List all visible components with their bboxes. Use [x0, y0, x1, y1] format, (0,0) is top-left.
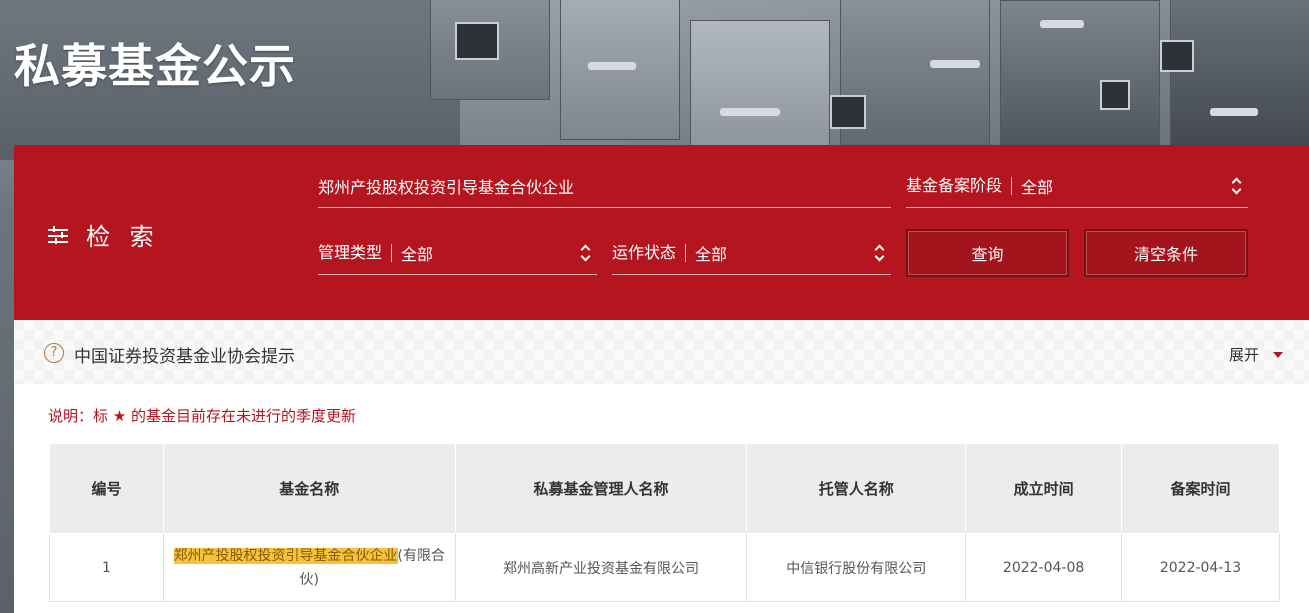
operation-status-value: 全部 [695, 244, 728, 264]
banner-drawer-handle [720, 108, 780, 116]
table-header-row: 编号 基金名称 私募基金管理人名称 托管人名称 成立时间 备案时间 [49, 443, 1280, 534]
clear-conditions-button[interactable]: 清空条件 [1084, 229, 1248, 277]
fund-name-link[interactable]: 郑州产投股权投资引导基金合伙企业(有限合伙) [173, 547, 445, 588]
fund-name-input[interactable]: 郑州产投股权投资引导基金合伙企业 [318, 164, 891, 208]
banner-drawer-handle [1040, 20, 1084, 28]
column-header-fund-name: 基金名称 [162, 443, 456, 534]
search-heading: 检 索 [48, 217, 160, 252]
column-header-custodian: 托管人名称 [746, 443, 967, 534]
filing-stage-label: 基金备案阶段 [906, 176, 1013, 195]
filing-stage-select[interactable]: 基金备案阶段 全部 [906, 164, 1248, 208]
banner-label-slot [1100, 80, 1130, 110]
column-header-filed: 备案时间 [1121, 443, 1280, 534]
cell-custodian: 中信银行股份有限公司 [746, 533, 967, 602]
search-highlight: 郑州产投股权投资引导基金合伙企业 [173, 547, 398, 564]
management-type-select[interactable]: 管理类型 全部 [318, 231, 597, 275]
select-arrows-icon [874, 243, 885, 263]
banner-label-slot [455, 22, 499, 60]
column-header-number: 编号 [49, 443, 164, 534]
notice-bar: ? 中国证券投资基金业协会提示 展开 [14, 320, 1309, 384]
results-area: 说明：标 ★ 的基金目前存在未进行的季度更新 编号 基金名称 私募基金管理人名称… [14, 384, 1309, 613]
page-title: 私募基金公示 [14, 39, 296, 93]
expand-label: 展开 [1228, 346, 1259, 364]
operation-status-label: 运作状态 [612, 243, 687, 262]
banner-drawer-handle [930, 60, 980, 68]
cell-fund-name: 郑州产投股权投资引导基金合伙企业(有限合伙) [162, 533, 456, 602]
banner-cabinet [1170, 0, 1309, 150]
search-heading-label: 检 索 [86, 223, 160, 251]
column-header-established: 成立时间 [965, 443, 1123, 534]
query-button[interactable]: 查询 [906, 229, 1069, 277]
table-row: 1 郑州产投股权投资引导基金合伙企业(有限合伙) 郑州高新产业投资基金有限公司 … [49, 533, 1280, 602]
banner-label-slot [830, 95, 866, 129]
banner-drawer-handle [1210, 108, 1258, 116]
management-type-value: 全部 [401, 244, 434, 264]
fund-name-value: 郑州产投股权投资引导基金合伙企业 [318, 177, 575, 197]
operation-status-select[interactable]: 运作状态 全部 [612, 231, 891, 275]
filing-stage-value: 全部 [1021, 177, 1054, 197]
column-header-manager: 私募基金管理人名称 [454, 443, 748, 534]
cell-manager: 郑州高新产业投资基金有限公司 [454, 533, 748, 602]
expand-toggle[interactable]: 展开 [1229, 344, 1283, 365]
select-arrows-icon [1231, 176, 1242, 196]
cell-established: 2022-04-08 [965, 533, 1123, 602]
caret-down-icon [1273, 351, 1283, 358]
legend-note: 说明：标 ★ 的基金目前存在未进行的季度更新 [48, 407, 356, 425]
filter-sliders-icon [48, 225, 68, 245]
cell-filed: 2022-04-13 [1121, 533, 1280, 602]
notice-text: 中国证券投资基金业协会提示 [74, 347, 295, 367]
search-panel: 检 索 郑州产投股权投资引导基金合伙企业 基金备案阶段 全部 管理类型 全部 运… [14, 145, 1309, 320]
banner-cabinet [560, 0, 680, 140]
banner-label-slot [1160, 40, 1194, 72]
cell-number: 1 [49, 533, 164, 602]
banner-drawer-handle [588, 62, 636, 70]
results-table: 编号 基金名称 私募基金管理人名称 托管人名称 成立时间 备案时间 1 郑州产投… [49, 443, 1280, 602]
banner-cabinet [690, 20, 830, 150]
management-type-label: 管理类型 [318, 243, 393, 262]
help-icon: ? [44, 343, 64, 363]
select-arrows-icon [580, 243, 591, 263]
